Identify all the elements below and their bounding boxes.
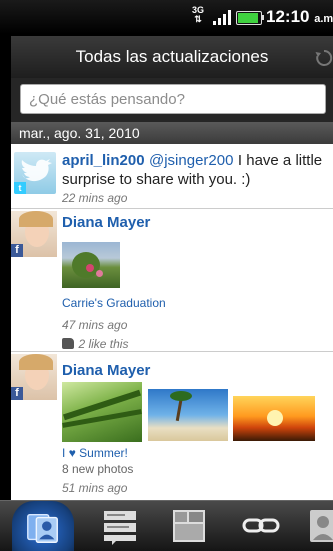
people-tab[interactable] [12, 501, 74, 551]
page-title: Todas las actualizaciones [75, 47, 269, 66]
album-name[interactable]: I ♥ Summer! [62, 446, 128, 460]
link-icon [242, 518, 280, 533]
feed-list[interactable]: t april_lin200 @jsinger200 I have a litt… [11, 144, 333, 500]
post-author[interactable]: Diana Mayer [62, 362, 150, 379]
heart-icon: ♥ [68, 446, 76, 460]
refresh-icon[interactable] [315, 49, 333, 67]
user-avatar[interactable]: f [11, 354, 57, 400]
links-tab[interactable] [236, 501, 286, 551]
twitter-badge-icon: t [14, 182, 26, 194]
facebook-badge-icon: f [11, 387, 23, 400]
photos-tab[interactable] [166, 501, 216, 551]
facebook-badge-icon: f [11, 244, 23, 257]
people-icon [27, 513, 58, 543]
profile-icon [310, 510, 333, 542]
clock: 12:10 a.m. [266, 7, 333, 26]
post-time: 51 mins ago [62, 481, 128, 495]
bottom-tab-bar [0, 500, 333, 551]
photo-thumbnail[interactable] [148, 389, 228, 441]
feed-item[interactable]: t april_lin200 @jsinger200 I have a litt… [11, 144, 333, 209]
feed-item[interactable]: f Diana Mayer I ♥ Summer! 8 new photos 5… [11, 351, 333, 500]
signal-icon [213, 9, 233, 25]
likes-count: 2 like this [78, 337, 129, 351]
photo-count: 8 new photos [62, 462, 134, 476]
twitter-avatar[interactable]: t [14, 152, 56, 194]
app-header: Todas las actualizaciones [11, 36, 333, 79]
photo-thumbnail[interactable] [62, 242, 120, 288]
messages-icon [104, 511, 136, 545]
messages-tab[interactable] [96, 501, 146, 551]
photo-thumbnail[interactable] [62, 382, 142, 442]
post-time: 47 mins ago [62, 318, 128, 332]
thumbs-up-icon[interactable] [62, 338, 74, 349]
feed-item[interactable]: f Diana Mayer Carrie's Graduation 47 min… [11, 208, 333, 352]
photo-thumbnail[interactable] [233, 396, 315, 441]
post-author[interactable]: april_lin200 [62, 152, 145, 169]
album-name[interactable]: Carrie's Graduation [62, 296, 166, 310]
status-bar: 3G⇅ 12:10 a.m. [0, 0, 333, 34]
user-avatar[interactable]: f [11, 211, 57, 257]
date-header: mar., ago. 31, 2010 [11, 122, 333, 144]
post-author[interactable]: Diana Mayer [62, 214, 150, 231]
post-time: 22 mins ago [62, 191, 128, 205]
photos-icon [173, 510, 205, 542]
profile-tab[interactable] [305, 501, 333, 551]
battery-icon [236, 11, 264, 25]
post-mention[interactable]: @jsinger200 [149, 152, 233, 169]
network-3g-icon: 3G ⇅ [191, 5, 204, 24]
compose-area [11, 78, 333, 122]
status-input[interactable] [20, 84, 326, 114]
